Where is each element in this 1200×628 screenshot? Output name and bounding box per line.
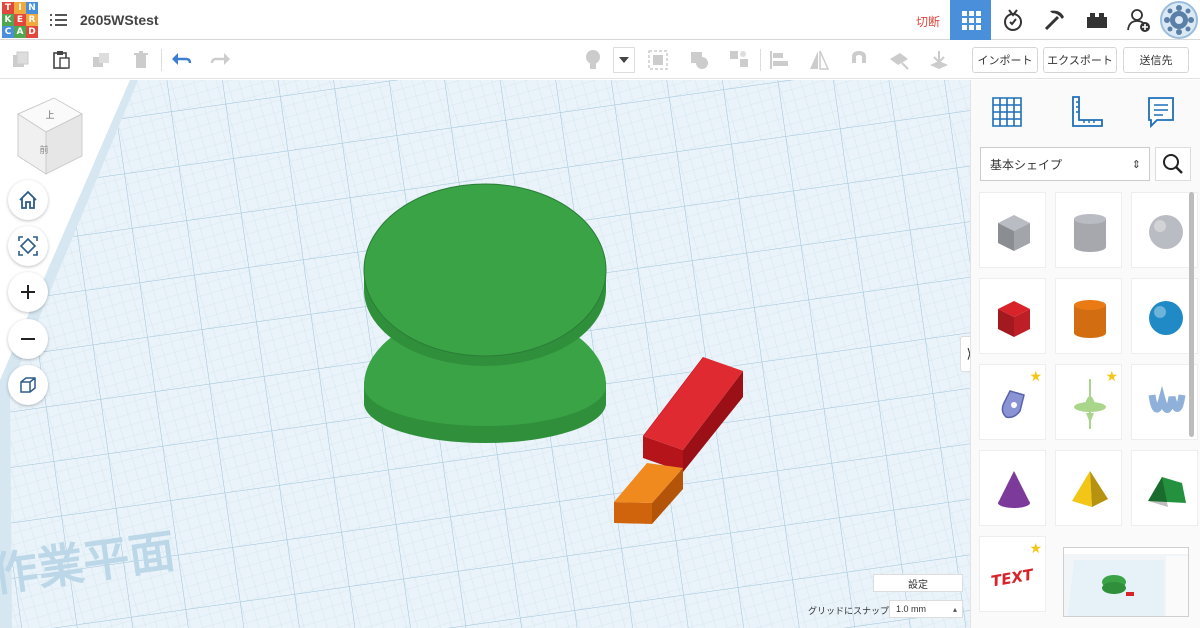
undo-icon[interactable]: [168, 47, 194, 73]
send-to-button[interactable]: 送信先: [1123, 47, 1189, 73]
green-cylinder-top[interactable]: [363, 183, 607, 366]
light-bulb-icon[interactable]: [580, 47, 606, 73]
shape-tile-text-3d[interactable]: [1131, 364, 1198, 440]
snap-grid-select[interactable]: 1.0 mm: [889, 600, 963, 618]
cruise-magnet-icon[interactable]: [846, 47, 872, 73]
logo-letter: R: [26, 14, 38, 26]
copy-icon[interactable]: [8, 47, 34, 73]
logo-letter: K: [2, 14, 14, 26]
import-button[interactable]: インポート: [972, 47, 1038, 73]
logo-letter: D: [26, 26, 38, 38]
shape-tile-pyramid[interactable]: [1055, 450, 1122, 526]
favorite-star-icon: ★: [1029, 368, 1042, 384]
viewcube-front-label: 前: [39, 144, 48, 156]
grid-view-icon[interactable]: [950, 0, 991, 40]
export-button[interactable]: エクスポート: [1043, 47, 1117, 73]
fit-view-button[interactable]: [8, 226, 48, 266]
shape-tile-cylinder[interactable]: [1055, 278, 1122, 354]
svg-text:TEXT: TEXT: [990, 565, 1037, 590]
notes-icon[interactable]: [1141, 92, 1181, 132]
toolbar-separator: [760, 49, 761, 71]
pyramid-shape-icon: [1072, 471, 1108, 507]
settings-button[interactable]: 設定: [873, 574, 963, 592]
shape-tile-roof[interactable]: [1131, 450, 1198, 526]
shape-tile-shape-generator[interactable]: ★: [1055, 364, 1122, 440]
box-hole-shape-icon: [998, 215, 1030, 251]
lego-brick-icon[interactable]: [1076, 0, 1117, 40]
zoom-in-button[interactable]: [8, 272, 48, 312]
drop-to-workplane-icon[interactable]: [926, 47, 952, 73]
top-bar: TINKERCAD 2605WStest 切断: [0, 0, 1200, 40]
snap-grid-label: グリッドにスナップ: [808, 606, 890, 616]
cut-label[interactable]: 切断: [916, 13, 940, 30]
shape-tile-text[interactable]: TEXT ★: [979, 536, 1046, 612]
minecraft-pickaxe-icon[interactable]: [1034, 0, 1075, 40]
plus-icon: [21, 285, 35, 299]
home-view-button[interactable]: [8, 180, 48, 220]
logo-letter: C: [2, 26, 14, 38]
cone-shape-icon: [998, 471, 1030, 508]
home-icon: [19, 190, 37, 209]
shapes-panel: 基本シェイプ ★ ★ TEXT ★: [970, 80, 1200, 628]
shape-tile-sphere[interactable]: [1131, 278, 1198, 354]
edit-toolbar: インポート エクスポート 送信先: [0, 41, 1200, 79]
shape-grid-scrollbar[interactable]: [1189, 192, 1194, 437]
shape-tile-cylinder-hole[interactable]: [1055, 192, 1122, 268]
minus-icon: [21, 338, 35, 340]
workplane-tool-icon[interactable]: [886, 47, 912, 73]
multicolor-icon[interactable]: [726, 47, 752, 73]
design-title[interactable]: 2605WStest: [80, 12, 159, 28]
paste-icon[interactable]: [48, 47, 74, 73]
zoom-out-button[interactable]: [8, 319, 48, 359]
group-icon[interactable]: [645, 47, 671, 73]
viewcube-top-label: 上: [45, 110, 54, 121]
duplicate-icon[interactable]: [88, 47, 114, 73]
ruler-icon[interactable]: [1067, 92, 1107, 132]
workplane-icon[interactable]: [987, 92, 1027, 132]
snap-grid-value: 1.0 mm: [896, 604, 927, 614]
shape-category-select[interactable]: 基本シェイプ: [980, 147, 1150, 181]
simulate-icon[interactable]: [992, 0, 1033, 40]
cylinder-hole-shape-icon: [1074, 214, 1106, 252]
tinkercad-logo[interactable]: TINKERCAD: [2, 2, 38, 38]
add-user-icon[interactable]: [1118, 0, 1159, 40]
shape-tile-cone[interactable]: [979, 450, 1046, 526]
mirror-icon[interactable]: [806, 47, 832, 73]
workplane-canvas[interactable]: 作業平面 上 前: [0, 80, 970, 628]
favorite-star-icon: ★: [1105, 368, 1118, 384]
align-icon[interactable]: [766, 47, 792, 73]
logo-letter: I: [14, 2, 26, 14]
logo-letter: T: [2, 2, 14, 14]
workplane-grid[interactable]: 作業平面: [0, 80, 970, 628]
ungroup-icon[interactable]: [686, 47, 712, 73]
perspective-toggle-button[interactable]: [8, 365, 48, 405]
shape-tile-box[interactable]: [979, 278, 1046, 354]
minimap-preview[interactable]: [1063, 547, 1189, 617]
toolbar-separator: [161, 49, 162, 71]
favorite-star-icon: ★: [1029, 540, 1042, 556]
view-cube[interactable]: 上 前: [14, 96, 86, 178]
logo-letter: E: [14, 14, 26, 26]
design-list-icon[interactable]: [50, 11, 68, 29]
fit-view-icon: [18, 236, 38, 256]
shape-search-button[interactable]: [1155, 147, 1191, 181]
cylinder-shape-icon: [1074, 300, 1106, 338]
delete-icon[interactable]: [128, 47, 154, 73]
redo-icon[interactable]: [208, 47, 234, 73]
profile-avatar[interactable]: [1160, 1, 1198, 39]
box-shape-icon: [998, 301, 1030, 337]
shape-tile-scribble[interactable]: ★: [979, 364, 1046, 440]
shape-tile-box-hole[interactable]: [979, 192, 1046, 268]
shape-category-value: 基本シェイプ: [990, 157, 1063, 172]
light-dropdown-icon[interactable]: [613, 47, 635, 73]
logo-letter: N: [26, 2, 38, 14]
shape-tile-sphere-hole[interactable]: [1131, 192, 1198, 268]
search-icon: [1163, 154, 1183, 174]
logo-letter: A: [14, 26, 26, 38]
perspective-icon: [20, 377, 36, 393]
roof-shape-icon: [1148, 477, 1186, 507]
